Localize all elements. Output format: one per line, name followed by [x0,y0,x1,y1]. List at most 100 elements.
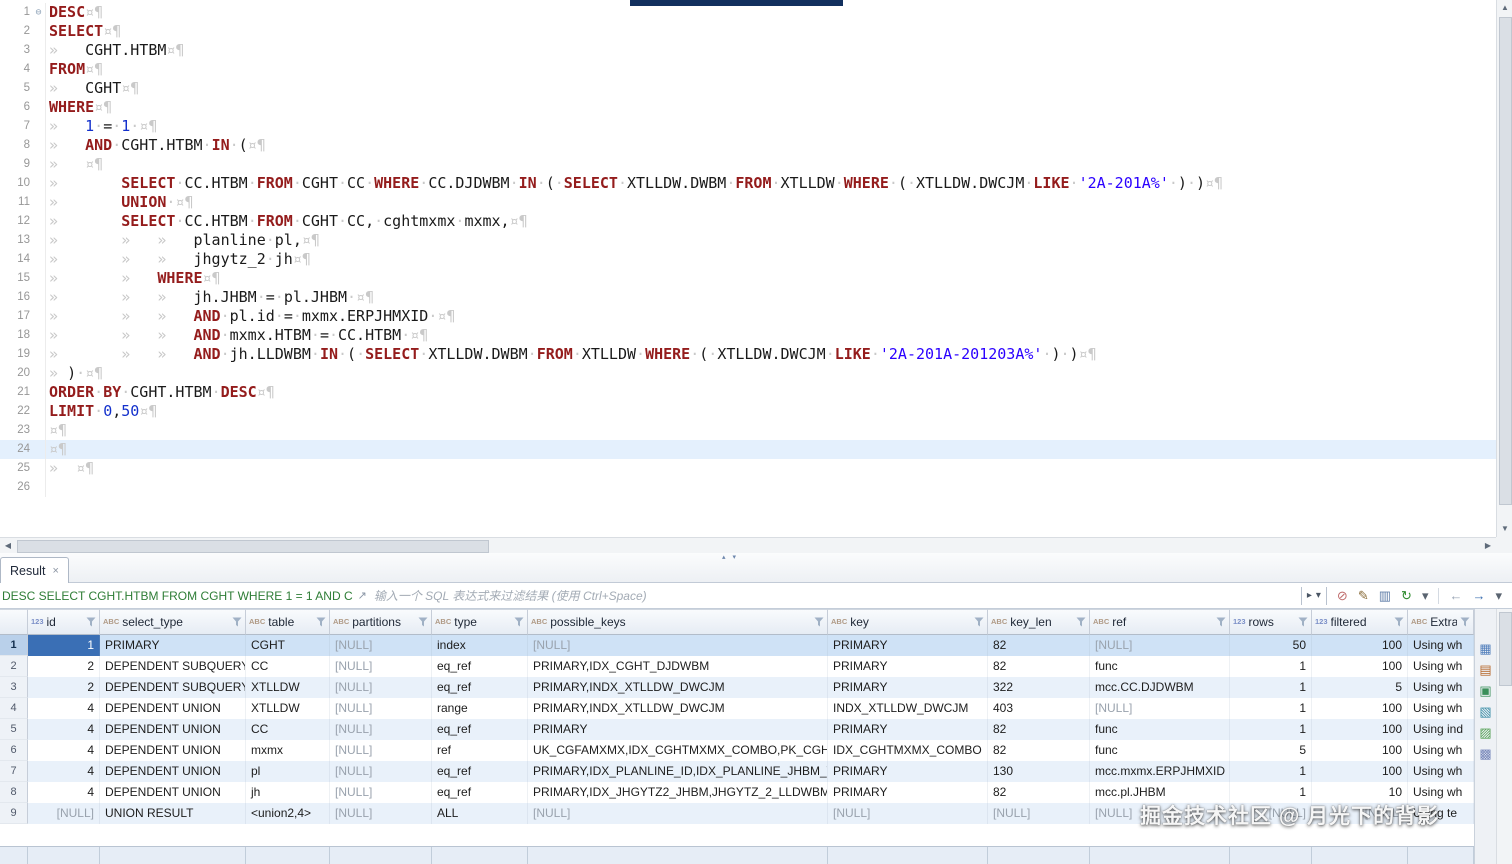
filter-history-caret-icon[interactable]: ▾ [1316,590,1321,601]
row-number[interactable]: 1 [0,635,28,656]
filter-sort-icon[interactable] [1460,617,1470,627]
cell-table[interactable]: pl [246,761,330,782]
references-panel-icon[interactable]: ▩ [1475,743,1496,764]
cell-possible_keys[interactable]: PRIMARY,INDX_XTLLDW_DWCJM [528,677,828,698]
filter-sort-icon[interactable] [86,617,96,627]
cell-id[interactable]: 2 [28,656,100,677]
row-number[interactable]: 3 [0,677,28,698]
editor-line-17[interactable]: 17» » » AND·pl.id·=·mxmx.ERPJHMXID·¤¶ [0,307,1496,326]
cell-key[interactable]: PRIMARY [828,635,988,656]
cell-ref[interactable]: [NULL] [1090,698,1230,719]
row-number[interactable]: 6 [0,740,28,761]
sash-arrows[interactable]: ▴ ▾ [722,553,736,563]
cell-partitions[interactable]: [NULL] [330,803,432,824]
cell-Extra[interactable]: Using wh [1408,656,1474,677]
cell-possible_keys[interactable]: PRIMARY,IDX_JHGYTZ2_JHBM,JHGYTZ_2_LLDWBM… [528,782,828,803]
cell-filtered[interactable]: 100 [1312,719,1408,740]
cell-select_type[interactable]: PRIMARY [100,635,246,656]
cell-rows[interactable]: 1 [1230,698,1312,719]
cell-table[interactable]: CGHT [246,635,330,656]
cell-possible_keys[interactable]: PRIMARY [528,719,828,740]
cell-key_len[interactable]: 82 [988,635,1090,656]
column-header-type[interactable]: ABCtype [432,609,528,635]
cell-table[interactable]: jh [246,782,330,803]
scroll-down-icon[interactable]: ▼ [1497,521,1512,537]
editor-line-23[interactable]: 23¤¶ [0,421,1496,440]
column-header-Extra[interactable]: ABCExtra [1408,609,1474,635]
cell-key_len[interactable]: 130 [988,761,1090,782]
cell-Extra[interactable]: Using wh [1408,698,1474,719]
cell-type[interactable]: eq_ref [432,719,528,740]
filter-sort-icon[interactable] [1298,617,1308,627]
cell-possible_keys[interactable]: UK_CGFAMXMX,IDX_CGHTMXMX_COMBO,PK_CGH [528,740,828,761]
cell-partitions[interactable]: [NULL] [330,677,432,698]
column-header-rows[interactable]: 123rows [1230,609,1312,635]
cell-filtered[interactable]: 100 [1312,698,1408,719]
cell-filtered[interactable]: 100 [1312,761,1408,782]
clear-filter-icon[interactable]: ⊘ [1337,588,1348,604]
row-number[interactable]: 4 [0,698,28,719]
editor-line-16[interactable]: 16» » » jh.JHBM·=·pl.JHBM·¤¶ [0,288,1496,307]
cell-key_len[interactable]: 82 [988,782,1090,803]
cell-key_len[interactable]: 82 [988,740,1090,761]
filter-sort-icon[interactable] [418,617,428,627]
refresh-icon[interactable]: ↻ [1401,588,1412,604]
cell-table[interactable]: CC [246,719,330,740]
cell-rows[interactable]: 1 [1230,761,1312,782]
cell-Extra[interactable]: Using ind [1408,719,1474,740]
panels-icon[interactable]: ▥ [1379,588,1391,604]
cell-key[interactable]: IDX_CGHTMXMX_COMBO [828,740,988,761]
editor-line-5[interactable]: 5» CGHT¤¶ [0,79,1496,98]
cell-ref[interactable]: mcc.mxmx.ERPJHMXID [1090,761,1230,782]
filter-sort-icon[interactable] [814,617,824,627]
tab-result[interactable]: Result × [0,557,69,584]
cell-key[interactable]: [NULL] [828,803,988,824]
cell-key_len[interactable]: 322 [988,677,1090,698]
cell-Extra[interactable]: Using wh [1408,635,1474,656]
cell-type[interactable]: eq_ref [432,761,528,782]
cell-type[interactable]: range [432,698,528,719]
cell-table[interactable]: XTLLDW [246,698,330,719]
editor-line-2[interactable]: 2SELECT¤¶ [0,22,1496,41]
cell-ref[interactable]: func [1090,719,1230,740]
cell-key[interactable]: PRIMARY [828,782,988,803]
cell-filtered[interactable]: 100 [1312,740,1408,761]
row-number[interactable]: 2 [0,656,28,677]
aggregate-panel-icon[interactable]: ▧ [1475,701,1496,722]
editor-line-4[interactable]: 4FROM¤¶ [0,60,1496,79]
column-header-select_type[interactable]: ABCselect_type [100,609,246,635]
column-header-key[interactable]: ABCkey [828,609,988,635]
select-all-corner[interactable] [0,609,28,635]
apply-filter-icon[interactable]: ▸ [1307,590,1312,601]
editor-line-26[interactable]: 26 [0,478,1496,497]
cell-key[interactable]: PRIMARY [828,656,988,677]
cell-partitions[interactable]: [NULL] [330,719,432,740]
value-panel-icon[interactable]: ▣ [1475,680,1496,701]
close-icon[interactable]: × [52,565,58,577]
cell-id[interactable]: 4 [28,740,100,761]
column-header-partitions[interactable]: ABCpartitions [330,609,432,635]
column-header-filtered[interactable]: 123filtered [1312,609,1408,635]
editor-hscroll-thumb[interactable] [17,540,489,553]
cell-partitions[interactable]: [NULL] [330,740,432,761]
cell-rows[interactable]: 5 [1230,740,1312,761]
cell-key_len[interactable]: 403 [988,698,1090,719]
editor-line-24[interactable]: 24¤¶ [0,440,1496,459]
filter-sort-icon[interactable] [316,617,326,627]
cell-partitions[interactable]: [NULL] [330,782,432,803]
cell-rows[interactable]: 1 [1230,677,1312,698]
cell-rows[interactable]: 1 [1230,656,1312,677]
cell-ref[interactable]: func [1090,740,1230,761]
editor-line-10[interactable]: 10» SELECT·CC.HTBM·FROM·CGHT·CC·WHERE·CC… [0,174,1496,193]
cell-filtered[interactable]: 100 [1312,656,1408,677]
editor-line-3[interactable]: 3» CGHT.HTBM¤¶ [0,41,1496,60]
cell-partitions[interactable]: [NULL] [330,635,432,656]
editor-line-12[interactable]: 12» SELECT·CC.HTBM·FROM·CGHT·CC,·cghtmxm… [0,212,1496,231]
cell-key[interactable]: INDX_XTLLDW_DWCJM [828,698,988,719]
cell-key[interactable]: PRIMARY [828,761,988,782]
metadata-panel-icon[interactable]: ▨ [1475,722,1496,743]
cell-select_type[interactable]: DEPENDENT UNION [100,782,246,803]
expand-filter-icon[interactable]: ↗ [358,589,367,602]
edit-filter-icon[interactable]: ✎ [1358,588,1369,604]
filter-sort-icon[interactable] [1076,617,1086,627]
